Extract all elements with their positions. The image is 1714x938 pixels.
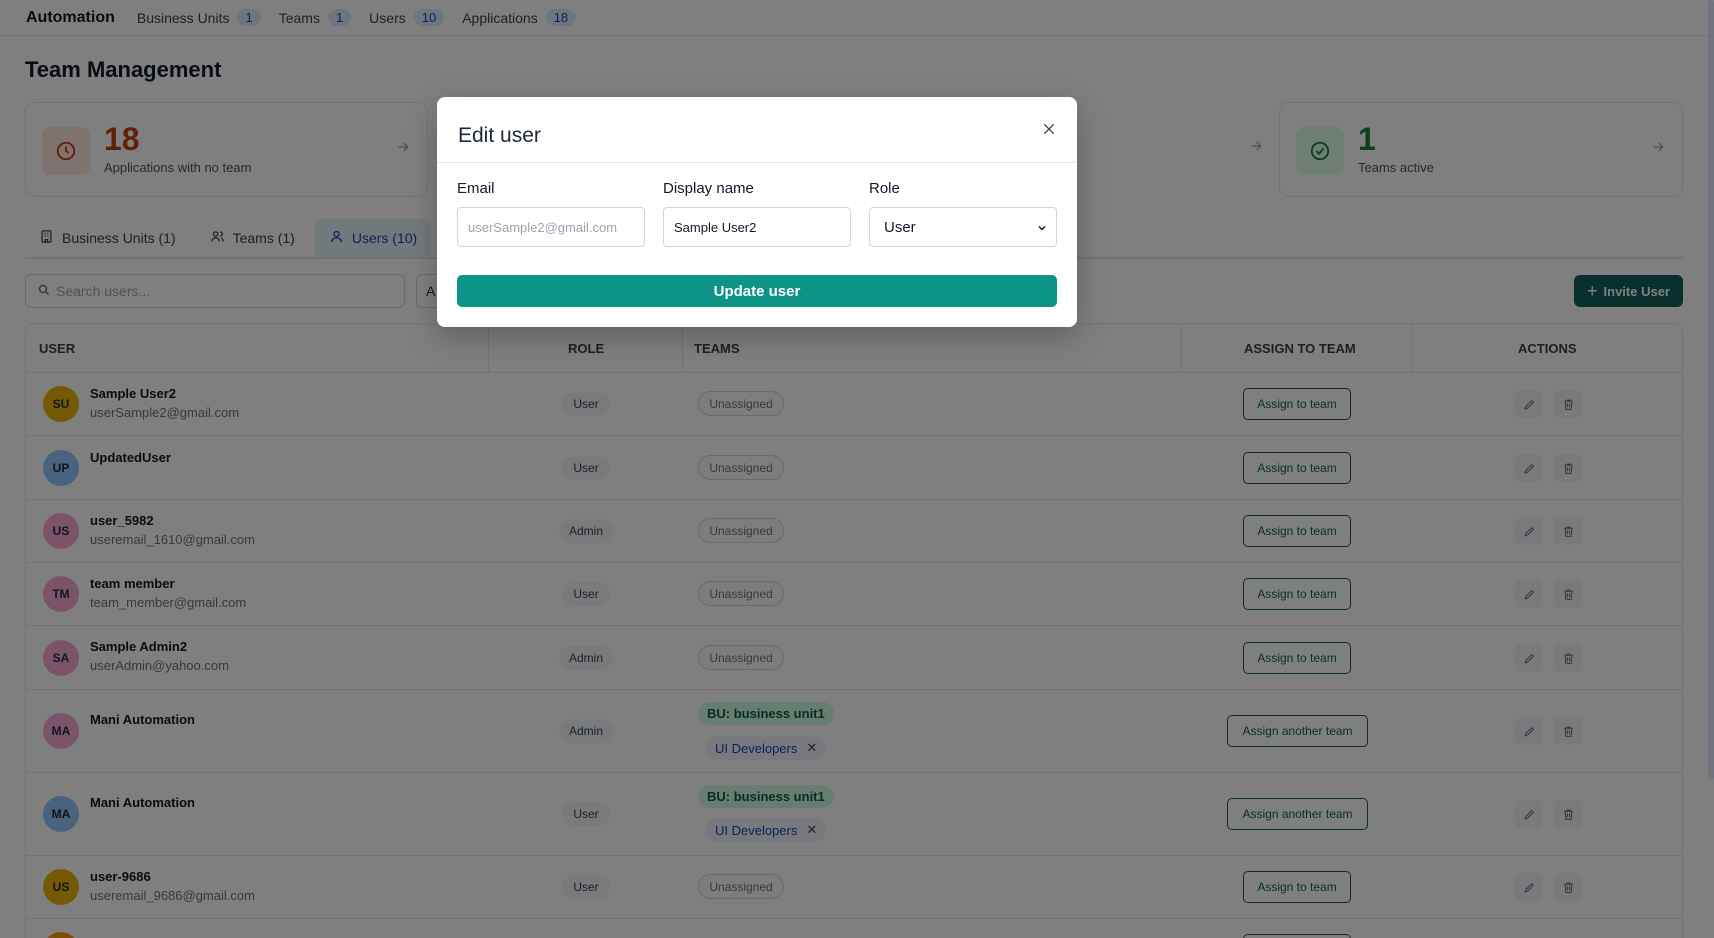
- edit-user-dialog: Edit user Email Display name Role User U…: [437, 97, 1077, 327]
- role-select[interactable]: User: [869, 207, 1057, 247]
- divider: [437, 162, 1077, 163]
- close-icon[interactable]: [1037, 117, 1061, 141]
- update-user-button[interactable]: Update user: [457, 275, 1057, 307]
- email-field[interactable]: [457, 207, 645, 247]
- role-select-value: User: [884, 218, 916, 236]
- role-label: Role: [869, 180, 900, 197]
- display-name-field[interactable]: [663, 207, 851, 247]
- chevron-down-icon: [1036, 221, 1048, 238]
- email-label: Email: [457, 180, 495, 197]
- display-name-label: Display name: [663, 180, 754, 197]
- dialog-title: Edit user: [458, 124, 541, 147]
- scrollbar[interactable]: [1708, 0, 1714, 780]
